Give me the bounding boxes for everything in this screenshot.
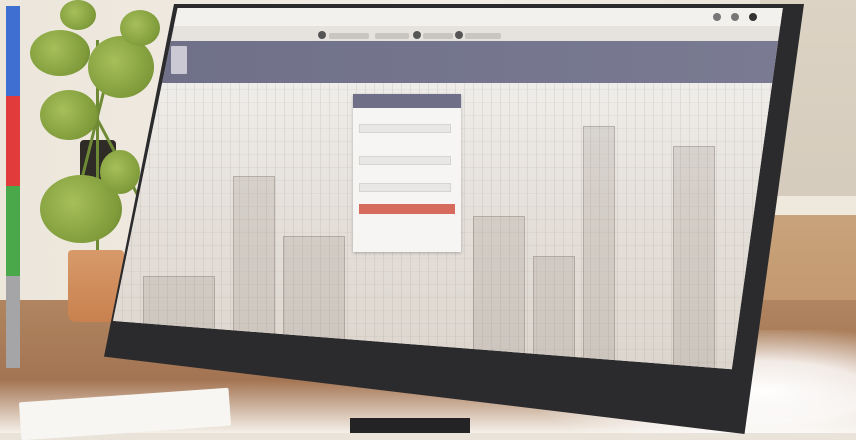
login-card	[353, 94, 461, 252]
extension-icon[interactable]	[713, 13, 721, 21]
login-submit-button[interactable]	[359, 204, 455, 214]
bookmark-item[interactable]	[329, 33, 369, 39]
plant-leaf	[120, 10, 160, 46]
plant-leaf	[30, 30, 90, 76]
color-strip-gray	[6, 276, 20, 368]
app-header	[113, 41, 783, 83]
bookmark-icon[interactable]	[413, 31, 421, 39]
app-logo-icon[interactable]	[171, 46, 187, 74]
color-strip-green	[6, 186, 20, 276]
browser-toolbar	[113, 8, 783, 26]
bookmark-item[interactable]	[423, 33, 453, 39]
color-strip-red	[6, 96, 20, 186]
bookmark-item[interactable]	[375, 33, 409, 39]
login-card-header	[353, 94, 461, 108]
color-strip-blue	[6, 6, 20, 96]
plant-leaf	[60, 0, 96, 30]
monitor-stand	[350, 418, 470, 433]
plant-leaf	[40, 90, 98, 140]
plant-leaf	[100, 150, 140, 194]
bookmark-icon[interactable]	[318, 31, 326, 39]
username-field[interactable]	[359, 124, 451, 133]
password-field[interactable]	[359, 183, 451, 192]
account-avatar[interactable]	[749, 13, 757, 21]
bookmark-icon[interactable]	[455, 31, 463, 39]
profile-icon[interactable]	[731, 13, 739, 21]
bookmark-item[interactable]	[465, 33, 501, 39]
email-field[interactable]	[359, 156, 451, 165]
